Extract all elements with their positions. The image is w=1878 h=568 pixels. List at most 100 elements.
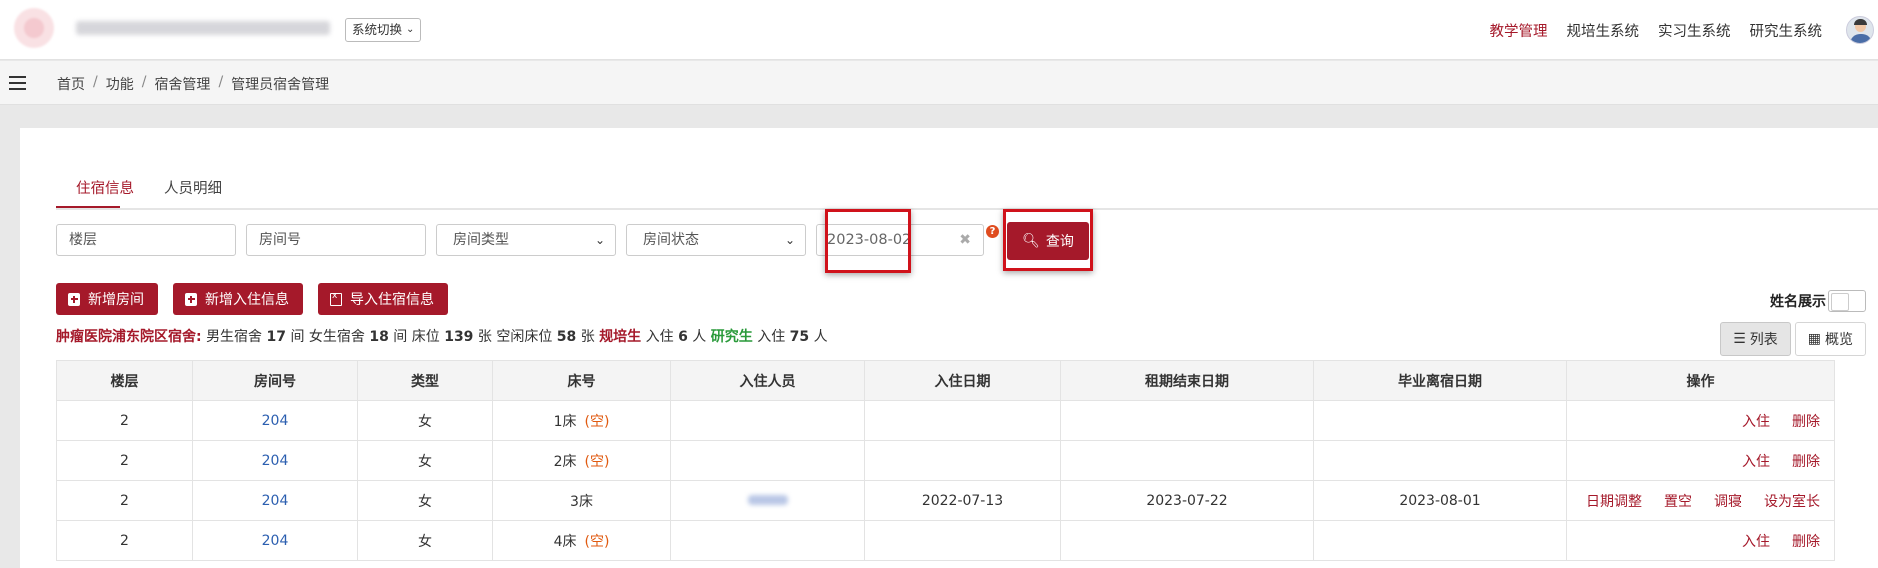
room-link[interactable]: 204 bbox=[262, 493, 289, 509]
plus-square-icon bbox=[68, 292, 80, 306]
add-checkin-button[interactable]: 新增入住信息 bbox=[173, 283, 303, 315]
row-action-link[interactable]: 设为室长 bbox=[1764, 494, 1820, 510]
search-button-label: 查询 bbox=[1045, 234, 1074, 250]
free-bed-count: 58 bbox=[556, 329, 577, 345]
cell-lease-end: 2023-07-22 bbox=[1060, 480, 1314, 521]
chevron-down-icon: ⌄ bbox=[784, 233, 795, 247]
clear-icon[interactable]: ✖ bbox=[959, 225, 971, 255]
row-action-link[interactable]: 入住 bbox=[1742, 534, 1770, 550]
row-action-link[interactable]: 入住 bbox=[1742, 414, 1770, 430]
col-bed: 床号 bbox=[492, 360, 671, 401]
breadcrumb-current: 管理员宿舍管理 bbox=[231, 77, 330, 93]
breadcrumb-function[interactable]: 功能 bbox=[106, 74, 134, 94]
breadcrumb-home[interactable]: 首页 bbox=[57, 74, 85, 94]
excel-file-icon bbox=[330, 291, 342, 306]
row-action-link[interactable]: 删除 bbox=[1792, 534, 1820, 550]
checkin-label: 入住 bbox=[757, 329, 786, 345]
unit-bed: 张 bbox=[477, 329, 492, 345]
resident-count: 6 bbox=[678, 329, 688, 345]
dorm-stats: 肿瘤医院浦东院区宿舍: 男生宿舍 17 间 女生宿舍 18 间 床位 139 张… bbox=[56, 326, 828, 346]
female-dorm-label: 女生宿舍 bbox=[308, 329, 365, 345]
plus-square-icon bbox=[185, 292, 197, 306]
cell-leave-date bbox=[1313, 520, 1567, 561]
user-avatar[interactable] bbox=[1846, 16, 1874, 44]
cell-type: 女 bbox=[357, 520, 493, 561]
room-link[interactable]: 204 bbox=[262, 533, 289, 549]
overview-label: 概览 bbox=[1825, 332, 1853, 348]
floor-input[interactable]: 楼层 bbox=[56, 224, 236, 256]
room-number-input[interactable]: 房间号 bbox=[246, 224, 426, 256]
cell-actions: 入住 删除 bbox=[1566, 400, 1835, 441]
site-title-blurred bbox=[76, 21, 330, 35]
overview-button[interactable]: ▦ 概览 bbox=[1794, 322, 1866, 356]
row-action-link[interactable]: 日期调整 bbox=[1586, 494, 1642, 510]
cell-leave-date bbox=[1313, 440, 1567, 481]
list-view-button[interactable]: ☰ 列表 bbox=[1720, 322, 1791, 356]
breadcrumb: 首页 / 功能 / 宿舍管理 / 管理员宿舍管理 bbox=[57, 74, 330, 94]
unit-bed: 张 bbox=[580, 329, 595, 345]
male-dorm-count: 17 bbox=[266, 329, 286, 345]
cell-person bbox=[670, 480, 865, 521]
cell-bed: 3床 bbox=[492, 480, 671, 521]
bed-label: 床位 bbox=[411, 329, 440, 345]
room-link[interactable]: 204 bbox=[262, 413, 289, 429]
menu-toggle-icon[interactable] bbox=[9, 76, 26, 90]
table-row: 2 204 女 1床 (空) 入住 删除 bbox=[56, 400, 1835, 441]
chevron-down-icon: ⌄ bbox=[406, 24, 415, 35]
import-button[interactable]: 导入住宿信息 bbox=[318, 283, 448, 315]
breadcrumb-dorm-management[interactable]: 宿舍管理 bbox=[154, 74, 210, 94]
col-type: 类型 bbox=[357, 360, 493, 401]
col-room: 房间号 bbox=[192, 360, 358, 401]
col-lease-end: 租期结束日期 bbox=[1060, 360, 1314, 401]
graduate-count: 75 bbox=[789, 329, 810, 345]
room-link[interactable]: 204 bbox=[262, 453, 289, 469]
top-navbar: 系统切换 ⌄ 教学管理 规培生系统 实习生系统 研究生系统 bbox=[0, 0, 1878, 60]
cell-type: 女 bbox=[357, 440, 493, 481]
cell-checkin-date bbox=[864, 400, 1061, 441]
cell-type: 女 bbox=[357, 400, 493, 441]
tab-accommodation-info[interactable]: 住宿信息 bbox=[76, 177, 134, 198]
cell-floor: 2 bbox=[56, 400, 193, 441]
help-icon[interactable]: ? bbox=[986, 225, 999, 238]
unit-room: 间 bbox=[290, 329, 305, 345]
row-action-link[interactable]: 删除 bbox=[1792, 454, 1820, 470]
nav-graduate-system[interactable]: 研究生系统 bbox=[1750, 20, 1823, 41]
cell-actions: 日期调整 置空 调寝 设为室长 bbox=[1566, 480, 1835, 521]
name-display-switch[interactable] bbox=[1828, 290, 1866, 312]
search-button[interactable]: 🔍︎ 查询 bbox=[1007, 222, 1089, 260]
room-status-select[interactable]: 房间状态 ⌄ bbox=[626, 224, 806, 256]
col-checkin-date: 入住日期 bbox=[864, 360, 1061, 401]
add-checkin-label: 新增入住信息 bbox=[205, 292, 289, 308]
unit-person: 人 bbox=[813, 329, 828, 345]
bed-count: 139 bbox=[444, 329, 474, 345]
bed-number: 3床 bbox=[570, 493, 593, 510]
add-room-label: 新增房间 bbox=[88, 292, 144, 308]
date-input[interactable]: 2023-08-02 ✖ bbox=[816, 224, 984, 256]
search-icon: 🔍︎ bbox=[1022, 233, 1040, 249]
list-icon: ☰ bbox=[1733, 331, 1746, 347]
tab-person-details[interactable]: 人员明细 bbox=[164, 177, 222, 198]
campus-label: 肿瘤医院浦东院区宿舍: bbox=[56, 329, 202, 345]
tab-bar: 住宿信息 人员明细 bbox=[56, 168, 1878, 210]
unit-person: 人 bbox=[692, 329, 707, 345]
row-action-link[interactable]: 删除 bbox=[1792, 414, 1820, 430]
cell-room: 204 bbox=[192, 480, 358, 521]
row-action-link[interactable]: 调寝 bbox=[1714, 494, 1742, 510]
row-action-link[interactable]: 置空 bbox=[1664, 494, 1692, 510]
resident-label: 规培生 bbox=[599, 329, 642, 345]
cell-floor: 2 bbox=[56, 520, 193, 561]
col-actions: 操作 bbox=[1566, 360, 1835, 401]
room-type-select[interactable]: 房间类型 ⌄ bbox=[436, 224, 616, 256]
table-header-row: 楼层 房间号 类型 床号 入住人员 入住日期 租期结束日期 毕业离宿日期 操作 bbox=[56, 360, 1835, 401]
row-action-link[interactable]: 入住 bbox=[1742, 454, 1770, 470]
cell-type: 女 bbox=[357, 480, 493, 521]
table-row: 2 204 女 2床 (空) 入住 删除 bbox=[56, 440, 1835, 481]
add-room-button[interactable]: 新增房间 bbox=[56, 283, 158, 315]
room-status-value: 房间状态 bbox=[643, 232, 699, 248]
cell-person bbox=[670, 400, 865, 441]
nav-teaching-management[interactable]: 教学管理 bbox=[1490, 20, 1548, 41]
system-switch-label: 系统切换 bbox=[352, 22, 403, 37]
system-switch-select[interactable]: 系统切换 ⌄ bbox=[345, 18, 422, 42]
nav-resident-system[interactable]: 规培生系统 bbox=[1567, 20, 1640, 41]
nav-intern-system[interactable]: 实习生系统 bbox=[1658, 20, 1731, 41]
